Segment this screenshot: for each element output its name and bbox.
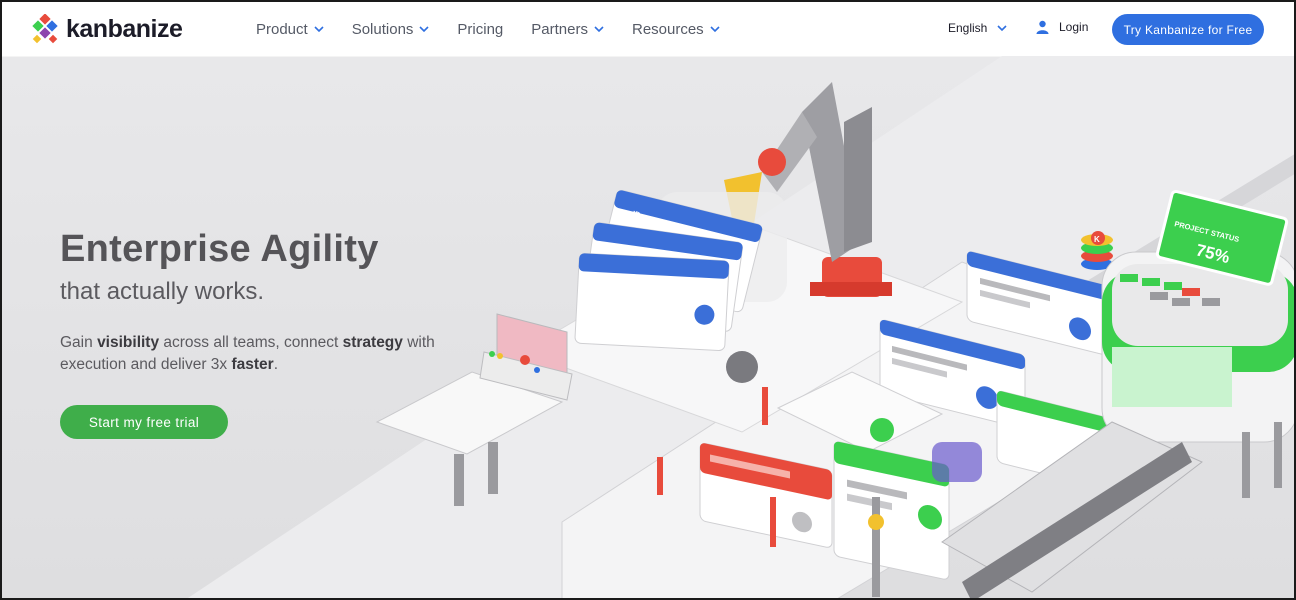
site-header: kanbanize Product Solutions Pricing Part… [2, 2, 1294, 56]
brand-name: kanbanize [66, 14, 183, 43]
chevron-down-icon [594, 26, 604, 33]
logo[interactable]: kanbanize [30, 14, 183, 44]
nav-pricing[interactable]: Pricing [457, 21, 503, 38]
login-link[interactable]: Login [1036, 20, 1088, 34]
user-icon [1036, 20, 1049, 34]
chevron-down-icon [997, 25, 1007, 32]
hero-title: Enterprise Agility [60, 228, 379, 270]
start-free-trial-button[interactable]: Start my free trial [60, 405, 228, 439]
hero-illustration [188, 56, 1294, 598]
kanbanize-logo-icon [32, 14, 58, 44]
page-frame: kanbanize Product Solutions Pricing Part… [0, 0, 1296, 600]
language-label: English [948, 21, 988, 35]
hero-desc-part: across all teams, connect [159, 334, 343, 351]
login-label: Login [1059, 20, 1089, 34]
nav-solutions-label: Solutions [351, 20, 414, 38]
chevron-down-icon [419, 26, 429, 33]
chevron-down-icon [314, 26, 324, 33]
hero-desc-part: . [273, 356, 278, 373]
hero-desc-bold: strategy [342, 334, 403, 351]
nav-resources[interactable]: Resources [632, 21, 720, 38]
hero-subtitle: that actually works. [60, 278, 265, 305]
nav-product-label: Product [256, 20, 308, 38]
green-card [833, 441, 950, 580]
nav-partners[interactable]: Partners [531, 21, 604, 38]
try-free-button[interactable]: Try Kanbanize for Free [1112, 14, 1264, 45]
hero-description: Gain visibility across all teams, connec… [60, 332, 460, 376]
nav-product[interactable]: Product [256, 21, 324, 38]
nav-resources-label: Resources [631, 20, 704, 38]
chevron-down-icon [710, 26, 720, 33]
hero-desc-bold: faster [231, 356, 274, 373]
main-nav: Product Solutions Pricing Partners Resou… [256, 2, 748, 56]
nav-solutions[interactable]: Solutions [352, 21, 430, 38]
hero-desc-bold: visibility [97, 334, 160, 351]
nav-pricing-label: Pricing [457, 20, 504, 38]
hero-desc-part: Gain [60, 334, 98, 351]
language-selector[interactable]: English [948, 21, 1007, 35]
nav-partners-label: Partners [531, 20, 588, 38]
